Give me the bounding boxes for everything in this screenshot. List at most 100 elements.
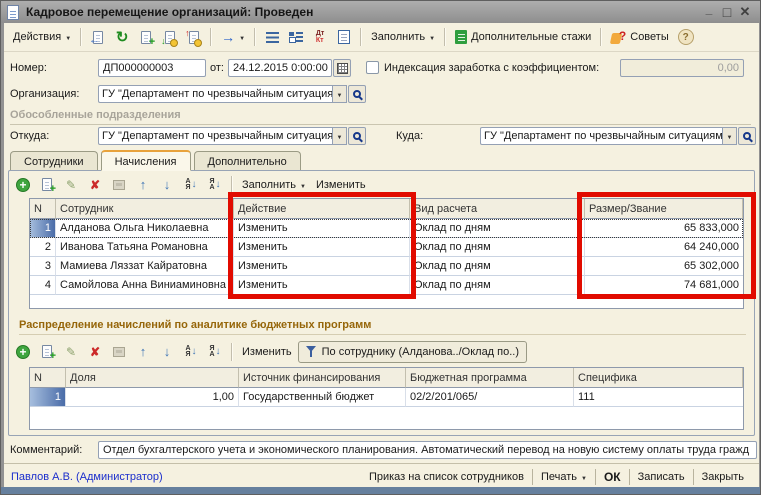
from-combo[interactable]: ГУ "Департамент по чрезвычайным ситуация: [98, 127, 366, 145]
employee-cell[interactable]: Самойлова Анна Виниаминовна: [56, 276, 234, 295]
organization-dropdown-button[interactable]: [332, 85, 347, 103]
action-cell[interactable]: Изменить: [234, 276, 410, 295]
action-cell[interactable]: Изменить: [234, 219, 410, 238]
tab-additional[interactable]: Дополнительно: [194, 151, 301, 170]
calc-type-cell[interactable]: Оклад по дням: [410, 238, 585, 257]
table-row[interactable]: 1 1,00 Государственный бюджет 02/2/201/0…: [30, 388, 743, 407]
program-cell[interactable]: 02/2/201/065/: [406, 388, 574, 407]
calendar-button[interactable]: [333, 59, 351, 77]
actions-button[interactable]: Действия: [9, 29, 75, 45]
column-header-source[interactable]: Источник финансирования: [239, 368, 406, 388]
organization-combo[interactable]: ГУ "Департамент по чрезвычайным ситуация: [98, 85, 366, 103]
indexation-checkbox[interactable]: [366, 61, 379, 74]
amount-cell[interactable]: 65 302,000: [585, 257, 743, 276]
accruals-fill-button[interactable]: Заполнить: [238, 177, 310, 193]
end-edit-button[interactable]: [108, 175, 130, 195]
table-row[interactable]: 1 Алданова Ольга Николаевна Изменить Окл…: [30, 219, 743, 238]
from-dropdown-button[interactable]: [332, 127, 347, 145]
go-to-button[interactable]: [217, 27, 249, 47]
column-header-calc-type[interactable]: Вид расчета: [410, 199, 585, 219]
table-row[interactable]: 3 Мамиева Ляззат Кайратовна Изменить Окл…: [30, 257, 743, 276]
move-up-button[interactable]: [132, 342, 154, 362]
column-header-action[interactable]: Действие: [234, 199, 410, 219]
move-up-button[interactable]: [132, 175, 154, 195]
copy-row-button[interactable]: +: [36, 342, 58, 362]
source-cell[interactable]: Государственный бюджет: [239, 388, 406, 407]
tab-employees[interactable]: Сотрудники: [10, 151, 98, 170]
copy-document-button[interactable]: +: [135, 27, 157, 47]
column-header-program[interactable]: Бюджетная программа: [406, 368, 574, 388]
column-header-share[interactable]: Доля: [66, 368, 239, 388]
tips-button[interactable]: Советы: [607, 28, 672, 47]
amount-cell[interactable]: 65 833,000: [585, 219, 743, 238]
additional-tenures-button[interactable]: Дополнительные стажи: [451, 28, 595, 46]
delete-row-button[interactable]: [84, 342, 106, 362]
dtkt-button[interactable]: [309, 27, 331, 47]
post-document-button[interactable]: ↓: [159, 27, 181, 47]
close-window-button[interactable]: Закрыть: [694, 464, 752, 489]
row-number-cell[interactable]: 2: [30, 238, 56, 257]
accruals-change-button[interactable]: Изменить: [312, 177, 370, 193]
share-cell[interactable]: 1,00: [66, 388, 239, 407]
edit-row-button[interactable]: [60, 342, 82, 362]
row-number-cell[interactable]: 1: [30, 388, 66, 407]
employee-cell[interactable]: Мамиева Ляззат Кайратовна: [56, 257, 234, 276]
column-header-n[interactable]: N: [30, 368, 66, 388]
add-row-button[interactable]: [12, 175, 34, 195]
tab-accruals[interactable]: Начисления: [101, 150, 191, 171]
print-button[interactable]: Печать: [533, 464, 595, 489]
employee-list-order-button[interactable]: Приказ на список сотрудников: [361, 464, 532, 489]
row-number-cell[interactable]: 4: [30, 276, 56, 295]
to-dropdown-button[interactable]: [722, 127, 737, 145]
action-cell[interactable]: Изменить: [234, 238, 410, 257]
number-field[interactable]: ДП000000003: [98, 59, 206, 77]
add-row-button[interactable]: [12, 342, 34, 362]
calc-type-cell[interactable]: Оклад по дням: [410, 276, 585, 295]
distribution-change-button[interactable]: Изменить: [238, 344, 296, 360]
column-header-amount[interactable]: Размер/Звание: [585, 199, 743, 219]
amount-cell[interactable]: 64 240,000: [585, 238, 743, 257]
table-row[interactable]: 4 Самойлова Анна Виниаминовна Изменить О…: [30, 276, 743, 295]
edit-row-button[interactable]: [60, 175, 82, 195]
help-button[interactable]: [675, 27, 697, 47]
document-movements-button[interactable]: [285, 27, 307, 47]
close-button[interactable]: [736, 4, 754, 20]
comment-field[interactable]: Отдел бухгалтерского учета и экономическ…: [98, 441, 757, 459]
ok-button[interactable]: ОК: [596, 464, 629, 489]
column-header-n[interactable]: N: [30, 199, 56, 219]
organization-search-button[interactable]: [348, 85, 366, 103]
amount-cell[interactable]: 74 681,000: [585, 276, 743, 295]
calc-type-cell[interactable]: Оклад по дням: [410, 257, 585, 276]
delete-row-button[interactable]: [84, 175, 106, 195]
document-register-button[interactable]: [333, 27, 355, 47]
row-number-cell[interactable]: 1: [30, 219, 56, 238]
reread-document-button[interactable]: ←: [87, 27, 109, 47]
copy-row-button[interactable]: +: [36, 175, 58, 195]
specifics-cell[interactable]: 111: [574, 388, 743, 407]
sort-desc-button[interactable]: [204, 342, 226, 362]
to-combo[interactable]: ГУ "Департамент по чрезвычайным ситуация…: [480, 127, 756, 145]
row-number-cell[interactable]: 3: [30, 257, 56, 276]
from-search-button[interactable]: [348, 127, 366, 145]
employee-cell[interactable]: Иванова Татьяна Романовна: [56, 238, 234, 257]
to-search-button[interactable]: [738, 127, 756, 145]
maximize-button[interactable]: [718, 4, 736, 20]
date-field[interactable]: 24.12.2015 0:00:00: [228, 59, 332, 77]
minimize-button[interactable]: [700, 5, 718, 19]
column-header-employee[interactable]: Сотрудник: [56, 199, 234, 219]
column-header-specifics[interactable]: Специфика: [574, 368, 743, 388]
refresh-button[interactable]: [111, 27, 133, 47]
subordination-structure-button[interactable]: [261, 27, 283, 47]
sort-asc-button[interactable]: [180, 175, 202, 195]
by-employee-button[interactable]: По сотруднику (Алданова../Оклад по..): [298, 341, 527, 363]
save-button[interactable]: Записать: [630, 464, 693, 489]
sort-desc-button[interactable]: [204, 175, 226, 195]
move-down-button[interactable]: [156, 342, 178, 362]
end-edit-button[interactable]: [108, 342, 130, 362]
calc-type-cell[interactable]: Оклад по дням: [410, 219, 585, 238]
table-row[interactable]: 2 Иванова Татьяна Романовна Изменить Окл…: [30, 238, 743, 257]
unpost-document-button[interactable]: ↑: [183, 27, 205, 47]
sort-asc-button[interactable]: [180, 342, 202, 362]
fill-button[interactable]: Заполнить: [367, 29, 439, 45]
move-down-button[interactable]: [156, 175, 178, 195]
